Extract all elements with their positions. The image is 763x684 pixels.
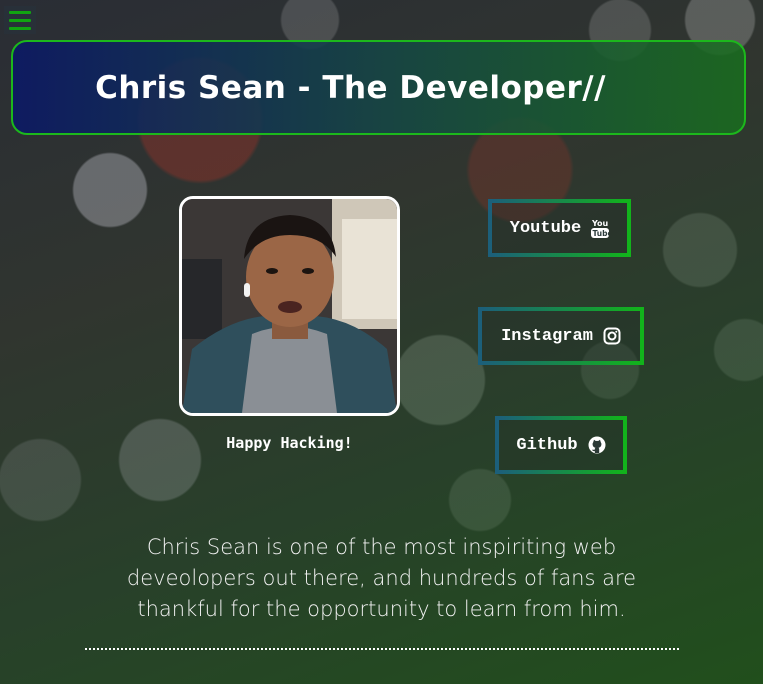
svg-text:Tube: Tube xyxy=(593,229,610,238)
github-link-label: Github xyxy=(516,435,578,455)
profile-photo xyxy=(179,196,400,416)
instagram-link-label: Instagram xyxy=(501,326,593,346)
youtube-link-button[interactable]: Youtube You Tube xyxy=(488,199,631,257)
hamburger-menu-button[interactable] xyxy=(4,6,36,34)
hamburger-menu-icon-bar xyxy=(9,10,31,14)
page-title: Chris Sean - The Developer// xyxy=(95,69,606,106)
hamburger-menu-icon-bar xyxy=(9,18,31,22)
instagram-icon xyxy=(603,327,621,345)
portrait-illustration xyxy=(182,199,397,413)
instagram-link-button[interactable]: Instagram xyxy=(478,307,644,365)
youtube-icon: You Tube xyxy=(591,218,610,238)
profile-caption: Happy Hacking! xyxy=(226,434,353,452)
svg-text:You: You xyxy=(591,219,609,228)
hamburger-menu-icon-bar xyxy=(9,26,31,30)
youtube-link-label: Youtube xyxy=(509,218,582,238)
dotted-divider xyxy=(85,648,679,650)
bio-description: Chris Sean is one of the most inspiritin… xyxy=(126,535,637,621)
page-header: Chris Sean - The Developer// xyxy=(11,40,746,135)
github-icon xyxy=(588,436,606,454)
github-link-button[interactable]: Github xyxy=(495,416,627,474)
